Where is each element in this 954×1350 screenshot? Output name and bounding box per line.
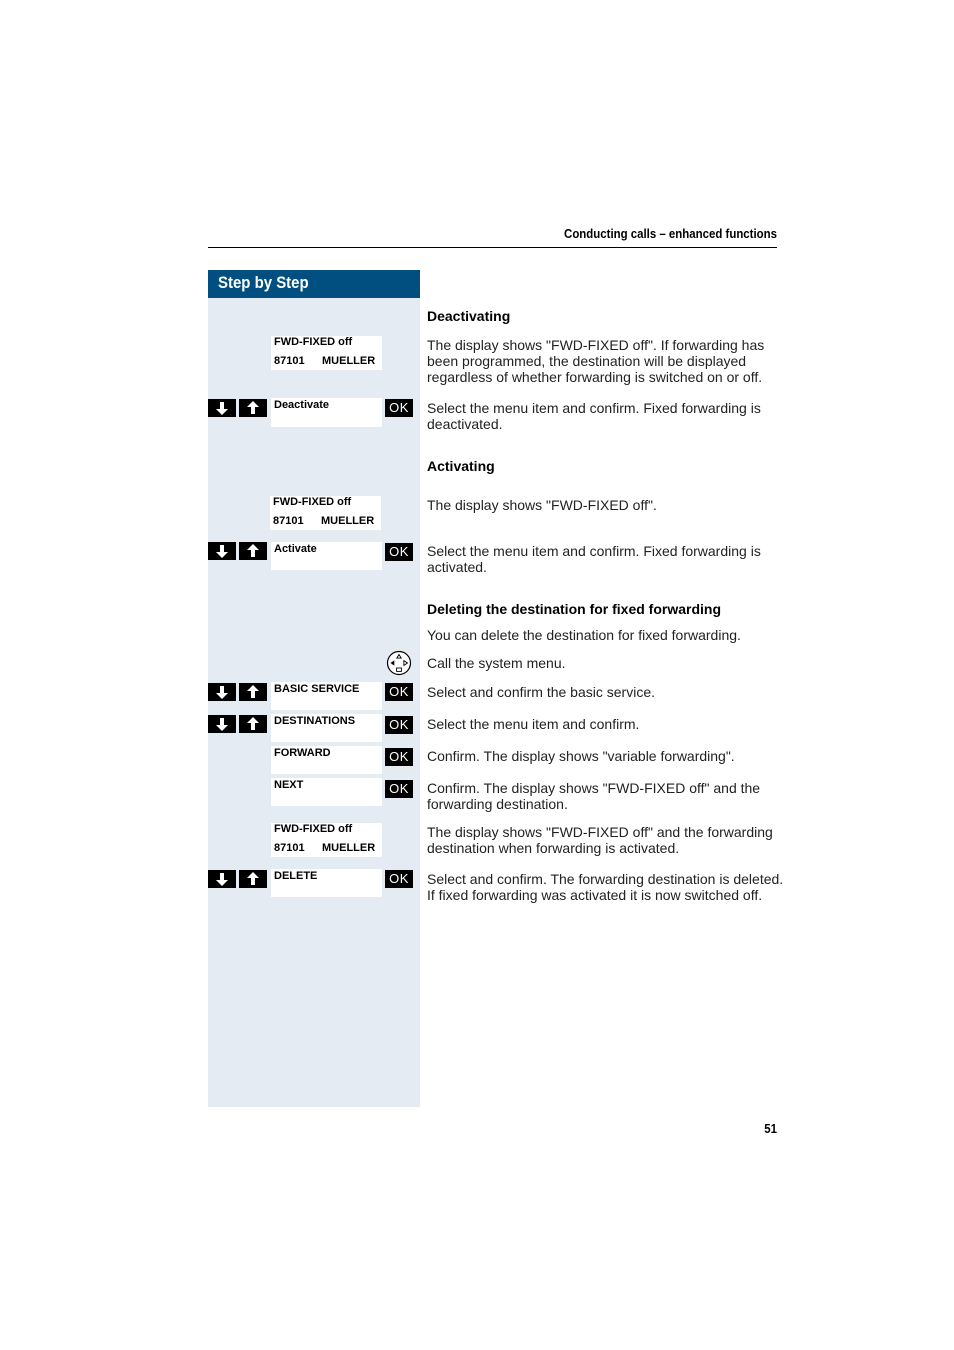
activating-display-text: The display shows "FWD-FIXED off". <box>427 497 657 513</box>
ok-key[interactable]: OK <box>385 399 413 417</box>
menu-item-label: FORWARD <box>274 747 331 759</box>
arrow-up-icon[interactable] <box>239 683 267 701</box>
arrow-down-icon[interactable] <box>208 870 236 888</box>
display-name: MUELLER <box>322 842 376 854</box>
page-number: 51 <box>764 1121 777 1136</box>
step-text: Confirm. The display shows "FWD-FIXED of… <box>427 780 761 812</box>
display-number: 87101 <box>274 842 305 854</box>
phone-display: FWD-FIXED off 87101 MUELLER <box>271 823 382 857</box>
menu-item-forward[interactable]: FORWARD <box>271 746 382 774</box>
ok-key[interactable]: OK <box>385 780 413 798</box>
arrow-up-icon[interactable] <box>239 399 267 417</box>
ok-key[interactable]: OK <box>385 683 413 701</box>
step-text: Select and confirm the basic service. <box>427 684 655 700</box>
menu-item-activate[interactable]: Activate <box>271 542 382 570</box>
ok-key[interactable]: OK <box>385 748 413 766</box>
display-name: MUELLER <box>322 355 376 367</box>
ok-key[interactable]: OK <box>385 716 413 734</box>
arrow-up-icon[interactable] <box>239 870 267 888</box>
arrow-down-icon[interactable] <box>208 683 236 701</box>
step-text: Select the menu item and confirm. <box>427 716 640 732</box>
menu-item-label: BASIC SERVICE <box>274 683 360 695</box>
heading-deactivating: Deactivating <box>427 308 511 324</box>
arrow-down-icon[interactable] <box>208 399 236 417</box>
menu-item-delete[interactable]: DELETE <box>271 869 382 897</box>
menu-item-label: Activate <box>274 543 317 555</box>
activating-menu-text: Select the menu item and confirm. Fixed … <box>427 543 761 575</box>
delete-text: Select and confirm. The forwarding desti… <box>427 871 784 903</box>
heading-deleting: Deleting the destination for fixed forwa… <box>427 601 722 617</box>
deactivating-display-text: The display shows "FWD-FIXED off". If fo… <box>427 337 765 385</box>
deleting-intro: You can delete the destination for fixed… <box>427 627 741 643</box>
menu-item-next[interactable]: NEXT <box>271 778 382 806</box>
deactivating-menu-text: Select the menu item and confirm. Fixed … <box>427 400 761 432</box>
menu-item-destinations[interactable]: DESTINATIONS <box>271 714 382 742</box>
arrow-down-icon[interactable] <box>208 542 236 560</box>
deleting-display-text: The display shows "FWD-FIXED off" and th… <box>427 824 773 856</box>
phone-display: FWD-FIXED off 87101 MUELLER <box>271 336 382 370</box>
running-header: Conducting calls – enhanced functions <box>564 226 777 241</box>
ok-key[interactable]: OK <box>385 870 413 888</box>
ok-key[interactable]: OK <box>385 543 413 561</box>
header-rule <box>208 247 777 248</box>
heading-activating: Activating <box>427 458 495 474</box>
display-number: 87101 <box>274 355 305 367</box>
step-by-step-title: Step by Step <box>218 273 309 292</box>
step-by-step-header: Step by Step <box>208 270 420 298</box>
phone-display: FWD-FIXED off 87101 MUELLER <box>270 496 381 530</box>
display-line1: FWD-FIXED off <box>274 823 353 835</box>
menu-item-label: NEXT <box>274 779 304 791</box>
menu-item-basic-service[interactable]: BASIC SERVICE <box>271 682 382 710</box>
arrow-down-icon[interactable] <box>208 715 236 733</box>
arrow-up-icon[interactable] <box>239 715 267 733</box>
menu-item-deactivate[interactable]: Deactivate <box>271 398 382 427</box>
system-menu-text: Call the system menu. <box>427 655 566 671</box>
menu-item-label: DESTINATIONS <box>274 715 356 727</box>
display-line1: FWD-FIXED off <box>273 496 352 508</box>
navigation-key-icon[interactable] <box>386 650 412 676</box>
step-text: Confirm. The display shows "variable for… <box>427 748 735 764</box>
arrow-up-icon[interactable] <box>239 542 267 560</box>
menu-item-label: Deactivate <box>274 399 330 411</box>
display-line1: FWD-FIXED off <box>274 336 353 348</box>
menu-item-label: DELETE <box>274 870 318 882</box>
display-name: MUELLER <box>321 515 375 527</box>
display-number: 87101 <box>273 515 304 527</box>
